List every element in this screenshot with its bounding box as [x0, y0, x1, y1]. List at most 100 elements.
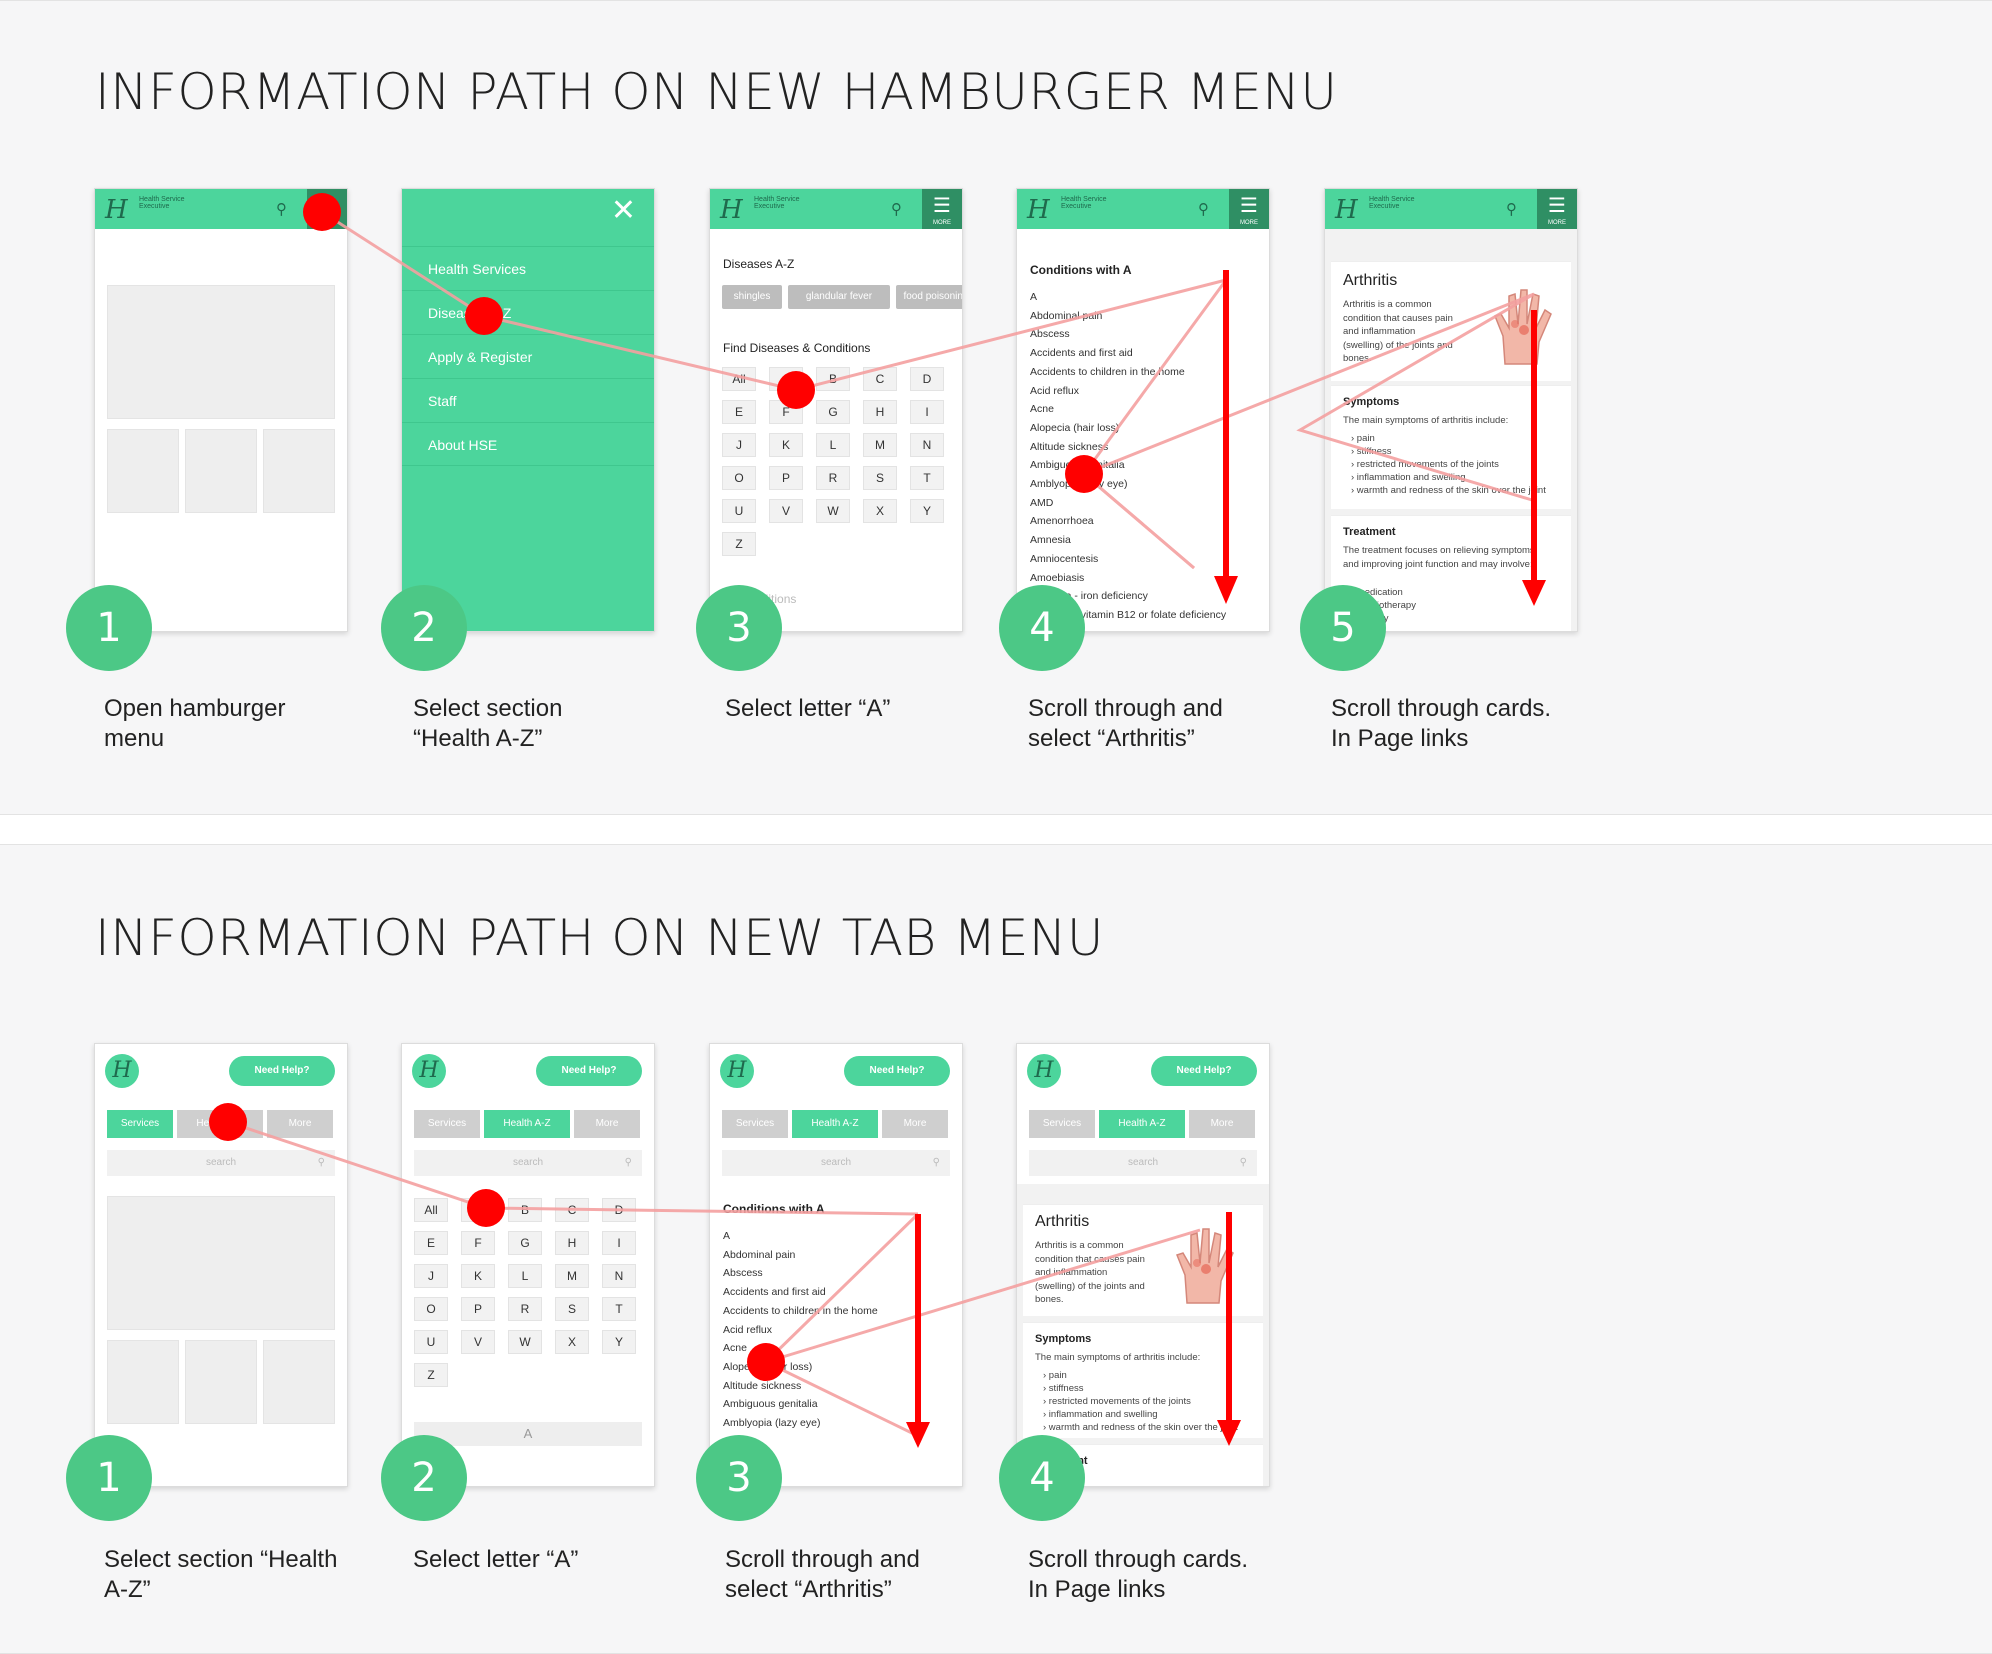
need-help-button[interactable]: Need Help?: [229, 1056, 335, 1086]
letter-button[interactable]: M: [555, 1264, 589, 1288]
letter-button[interactable]: X: [863, 499, 897, 523]
condition-item[interactable]: Acne: [723, 1342, 747, 1354]
letter-button[interactable]: E: [414, 1231, 448, 1255]
tab-services[interactable]: Services: [414, 1110, 480, 1138]
search-icon[interactable]: ⚲: [276, 200, 287, 218]
letter-button[interactable]: G: [508, 1231, 542, 1255]
chip[interactable]: shingles: [722, 285, 782, 309]
need-help-button[interactable]: Need Help?: [536, 1056, 642, 1086]
letter-button[interactable]: B: [508, 1198, 542, 1222]
hamburger-menu-button[interactable]: ☰ MORE: [307, 189, 347, 229]
letter-button[interactable]: P: [461, 1297, 495, 1321]
menu-item-apply-register[interactable]: Apply & Register: [402, 334, 654, 378]
letter-button[interactable]: M: [863, 433, 897, 457]
letter-button[interactable]: L: [508, 1264, 542, 1288]
search-icon[interactable]: ⚲: [891, 200, 902, 218]
condition-item[interactable]: Abdominal pain: [723, 1249, 795, 1261]
condition-item[interactable]: Alopecia (hair loss): [1030, 422, 1119, 434]
tab-health-az[interactable]: Health A-Z: [484, 1110, 570, 1138]
letter-button[interactable]: S: [555, 1297, 589, 1321]
letter-button[interactable]: V: [461, 1330, 495, 1354]
letter-button[interactable]: D: [602, 1198, 636, 1222]
need-help-button[interactable]: Need Help?: [1151, 1056, 1257, 1086]
condition-item[interactable]: Amnesia: [1030, 534, 1071, 546]
condition-item[interactable]: Abscess: [1030, 328, 1070, 340]
letter-button[interactable]: P: [769, 466, 803, 490]
letter-button[interactable]: C: [863, 367, 897, 391]
letter-button[interactable]: W: [816, 499, 850, 523]
tab-more[interactable]: More: [1189, 1110, 1255, 1138]
letter-button[interactable]: L: [816, 433, 850, 457]
hamburger-menu-button[interactable]: ☰ MORE: [922, 189, 962, 229]
condition-item[interactable]: Acne: [1030, 403, 1054, 415]
condition-item[interactable]: A: [1030, 291, 1037, 303]
letter-button[interactable]: U: [722, 499, 756, 523]
tab-more[interactable]: More: [574, 1110, 640, 1138]
condition-item[interactable]: Abscess: [723, 1267, 763, 1279]
condition-item[interactable]: Accidents and first aid: [723, 1286, 826, 1298]
letter-button[interactable]: D: [910, 367, 944, 391]
condition-item[interactable]: Altitude sickness: [1030, 441, 1108, 453]
condition-item[interactable]: Ambiguous genitalia: [723, 1398, 818, 1410]
letter-button[interactable]: N: [910, 433, 944, 457]
menu-item-staff[interactable]: Staff: [402, 378, 654, 422]
letter-button[interactable]: T: [602, 1297, 636, 1321]
letter-button[interactable]: All: [414, 1198, 448, 1222]
hamburger-menu-button[interactable]: ☰ MORE: [1229, 189, 1269, 229]
chip[interactable]: food poisoning: [896, 285, 962, 309]
condition-item[interactable]: Amniocentesis: [1030, 553, 1098, 565]
tab-services[interactable]: Services: [107, 1110, 173, 1138]
letter-button[interactable]: Z: [414, 1363, 448, 1387]
condition-item[interactable]: A: [723, 1230, 730, 1242]
letter-button[interactable]: A: [461, 1198, 495, 1222]
tab-more[interactable]: More: [882, 1110, 948, 1138]
condition-item[interactable]: Accidents to children in the home: [723, 1305, 878, 1317]
condition-item[interactable]: Altitude sickness: [723, 1380, 801, 1392]
letter-button[interactable]: K: [461, 1264, 495, 1288]
search-input[interactable]: search ⚲: [1029, 1150, 1257, 1176]
letter-button[interactable]: I: [602, 1231, 636, 1255]
letter-button[interactable]: R: [816, 466, 850, 490]
letter-button[interactable]: N: [602, 1264, 636, 1288]
condition-item[interactable]: Amoebiasis: [1030, 572, 1084, 584]
tab-services[interactable]: Services: [722, 1110, 788, 1138]
letter-button[interactable]: Z: [722, 532, 756, 556]
search-input[interactable]: search ⚲: [414, 1150, 642, 1176]
tab-health-az[interactable]: Health A-Z: [177, 1110, 263, 1138]
letter-button[interactable]: F: [769, 400, 803, 424]
need-help-button[interactable]: Need Help?: [844, 1056, 950, 1086]
letter-button[interactable]: W: [508, 1330, 542, 1354]
letter-button[interactable]: F: [461, 1231, 495, 1255]
letter-button[interactable]: V: [769, 499, 803, 523]
letter-button[interactable]: O: [414, 1297, 448, 1321]
letter-button[interactable]: S: [863, 466, 897, 490]
letter-button[interactable]: Y: [910, 499, 944, 523]
letter-button[interactable]: T: [910, 466, 944, 490]
condition-item[interactable]: AMD: [1030, 497, 1053, 509]
letter-button[interactable]: E: [722, 400, 756, 424]
condition-item[interactable]: Acid reflux: [723, 1324, 772, 1336]
letter-button[interactable]: R: [508, 1297, 542, 1321]
tab-health-az[interactable]: Health A-Z: [1099, 1110, 1185, 1138]
search-input[interactable]: search ⚲: [107, 1150, 335, 1176]
search-input[interactable]: search ⚲: [722, 1150, 950, 1176]
letter-button[interactable]: G: [816, 400, 850, 424]
condition-item[interactable]: Amblyopia (lazy eye): [723, 1417, 820, 1429]
search-icon[interactable]: ⚲: [1198, 200, 1209, 218]
letter-button[interactable]: U: [414, 1330, 448, 1354]
tab-more[interactable]: More: [267, 1110, 333, 1138]
letter-button[interactable]: X: [555, 1330, 589, 1354]
menu-item-health-services[interactable]: Health Services: [402, 246, 654, 290]
close-icon[interactable]: ✕: [611, 193, 636, 228]
letter-button[interactable]: O: [722, 466, 756, 490]
condition-item[interactable]: Ambiguous genitalia: [1030, 459, 1125, 471]
letter-button[interactable]: H: [555, 1231, 589, 1255]
letter-button[interactable]: H: [863, 400, 897, 424]
menu-item-about-hse[interactable]: About HSE: [402, 422, 654, 466]
condition-item[interactable]: Alopecia (hair loss): [723, 1361, 812, 1373]
letter-button[interactable]: I: [910, 400, 944, 424]
letter-button[interactable]: All: [722, 367, 756, 391]
menu-item-diseases-az[interactable]: Diseases A-Z: [402, 290, 654, 334]
condition-item[interactable]: Abdominal pain: [1030, 310, 1102, 322]
condition-item[interactable]: Accidents and first aid: [1030, 347, 1133, 359]
